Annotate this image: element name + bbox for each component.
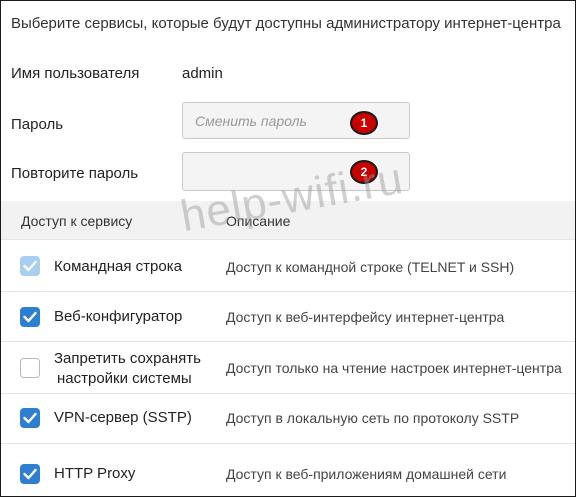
annotation-marker-1: 1: [352, 113, 376, 133]
service-description: Доступ к веб-приложениям домашней сети: [226, 466, 507, 482]
service-name: VPN-сервер (SSTP): [54, 409, 192, 426]
check-icon: [23, 468, 37, 480]
service-name: Командная строка: [54, 258, 182, 275]
service-name: Веб-конфигуратор: [54, 308, 183, 325]
deny-save-settings-checkbox[interactable]: [20, 358, 40, 378]
check-icon: [23, 412, 37, 424]
intro-text: Выберите сервисы, которые будут доступны…: [11, 15, 561, 32]
username-label: Имя пользователя: [11, 65, 140, 82]
service-description: Доступ только на чтение настроек интерне…: [226, 360, 562, 376]
header-access: Доступ к сервису: [21, 213, 133, 229]
service-description: Доступ к веб-интерфейсу интернет-центра: [226, 309, 505, 325]
check-icon: [23, 260, 37, 272]
service-name-line2: настройки системы: [57, 370, 192, 387]
table-row: Запретить сохранять настройки системы До…: [1, 341, 575, 394]
password-label: Пароль: [11, 116, 64, 133]
header-description: Описание: [226, 213, 291, 229]
vpn-sstp-checkbox[interactable]: [20, 408, 40, 428]
service-name: HTTP Proxy: [54, 465, 136, 482]
repeat-password-label: Повторите пароль: [11, 165, 139, 182]
check-icon: [23, 311, 37, 323]
http-proxy-checkbox[interactable]: [20, 464, 40, 484]
telnet-checkbox[interactable]: [20, 256, 40, 276]
admin-services-panel: Выберите сервисы, которые будут доступны…: [0, 0, 576, 497]
table-row: VPN-сервер (SSTP) Доступ в локальную сет…: [1, 393, 575, 444]
table-row: Командная строка Доступ к командной стро…: [1, 239, 575, 292]
web-configurator-checkbox[interactable]: [20, 307, 40, 327]
table-row: HTTP Proxy Доступ к веб-приложениям дома…: [1, 443, 575, 496]
service-name-line1: Запретить сохранять: [54, 350, 201, 367]
service-description: Доступ в локальную сеть по протоколу SST…: [226, 410, 520, 426]
username-value: admin: [182, 65, 223, 82]
table-header: Доступ к сервису Описание: [1, 201, 575, 239]
annotation-marker-2: 2: [352, 162, 376, 182]
service-description: Доступ к командной строке (TELNET и SSH): [226, 259, 515, 275]
table-row: Веб-конфигуратор Доступ к веб-интерфейсу…: [1, 291, 575, 342]
